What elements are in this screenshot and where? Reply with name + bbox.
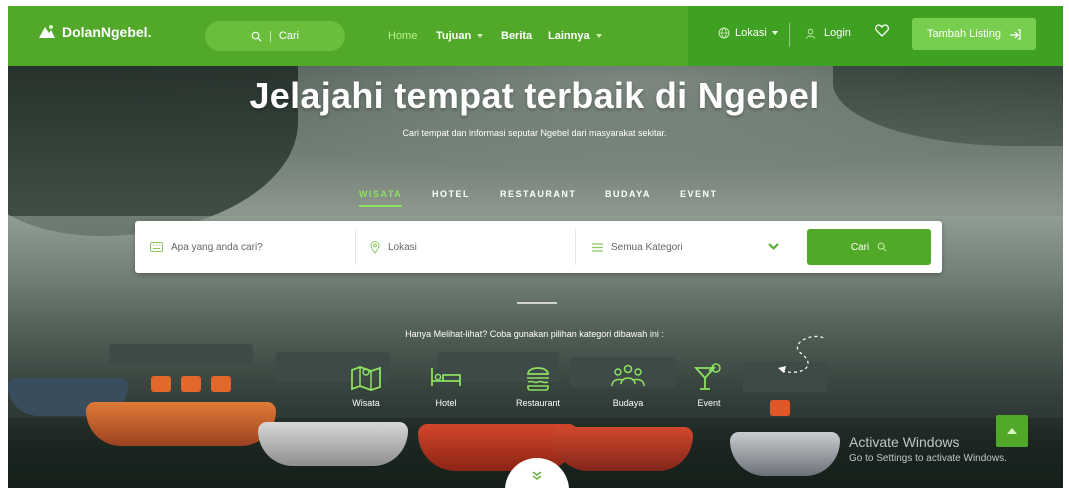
keyword-placeholder: Apa yang anda cari? bbox=[171, 241, 263, 253]
search-submit-button[interactable]: Cari bbox=[807, 229, 931, 265]
nav-link-label: Tujuan bbox=[436, 30, 472, 42]
activate-subtitle: Go to Settings to activate Windows. bbox=[849, 453, 1007, 464]
chevron-up-icon bbox=[1007, 428, 1017, 434]
nav-link-lainnya[interactable]: Lainnya bbox=[548, 30, 602, 42]
hero-divider bbox=[517, 302, 557, 304]
category-restaurant[interactable]: Restaurant bbox=[498, 362, 578, 408]
add-listing-icon bbox=[1010, 28, 1021, 40]
category-budaya[interactable]: Budaya bbox=[588, 362, 668, 408]
boat-image bbox=[86, 344, 276, 446]
chevron-down-icon bbox=[771, 31, 778, 35]
tab-hotel[interactable]: HOTEL bbox=[432, 189, 470, 199]
login-label: Login bbox=[824, 27, 851, 39]
people-icon bbox=[611, 364, 645, 387]
keyboard-icon bbox=[150, 242, 163, 252]
map-icon bbox=[351, 366, 381, 391]
location-pin-icon bbox=[370, 240, 380, 254]
location-input[interactable]: Lokasi bbox=[370, 221, 570, 273]
search-separator bbox=[269, 30, 271, 42]
category-hotel[interactable]: Hotel bbox=[406, 362, 486, 408]
category-select[interactable]: Semua Kategori bbox=[592, 221, 782, 273]
hero-subtitle: Cari tempat dan informasi seputar Ngebel… bbox=[402, 128, 667, 138]
lokasi-button[interactable]: Lokasi bbox=[718, 27, 778, 39]
location-placeholder: Lokasi bbox=[388, 241, 417, 253]
tab-restaurant[interactable]: RESTAURANT bbox=[500, 189, 576, 199]
cocktail-icon bbox=[693, 363, 721, 390]
tab-budaya[interactable]: BUDAYA bbox=[605, 189, 651, 199]
logo-icon bbox=[38, 24, 56, 40]
search-bar: Apa yang anda cari? Lokasi Semua Kategor… bbox=[135, 221, 942, 273]
nav-link-home[interactable]: Home bbox=[388, 30, 417, 42]
navbar: DolanNgebel. Cari Home Tujuan Berita Lai… bbox=[8, 6, 1063, 66]
globe-icon bbox=[718, 27, 730, 39]
category-label: Event bbox=[697, 398, 721, 408]
tab-event[interactable]: EVENT bbox=[680, 189, 718, 199]
list-icon bbox=[592, 242, 603, 252]
windows-activation-notice: Activate Windows Go to Settings to activ… bbox=[849, 434, 1007, 464]
boat-image bbox=[730, 362, 840, 476]
heart-icon bbox=[875, 24, 889, 37]
search-divider bbox=[355, 229, 356, 265]
nav-divider bbox=[789, 23, 790, 47]
burger-icon bbox=[527, 367, 549, 391]
keyword-input[interactable]: Apa yang anda cari? bbox=[150, 221, 350, 273]
search-submit-label: Cari bbox=[850, 241, 870, 253]
category-wisata[interactable]: Wisata bbox=[326, 362, 406, 408]
nav-search-button[interactable]: Cari bbox=[205, 21, 345, 51]
logo-text: DolanNgebel. bbox=[62, 24, 152, 40]
nav-link-berita[interactable]: Berita bbox=[501, 30, 532, 42]
user-icon bbox=[805, 28, 816, 39]
tambah-listing-button[interactable]: Tambah Listing bbox=[912, 18, 1036, 50]
back-to-top-button[interactable] bbox=[996, 415, 1028, 447]
chevron-down-icon bbox=[477, 34, 484, 38]
nav-link-tujuan[interactable]: Tujuan bbox=[436, 30, 484, 42]
nav-link-label: Berita bbox=[501, 30, 533, 42]
chevron-down-icon bbox=[768, 243, 779, 250]
search-divider bbox=[575, 229, 576, 265]
nav-link-label: Lainnya bbox=[548, 30, 590, 42]
tab-wisata[interactable]: WISATA bbox=[359, 189, 403, 207]
double-chevron-down-icon bbox=[532, 471, 542, 480]
category-label: Budaya bbox=[612, 398, 644, 408]
site-logo[interactable]: DolanNgebel. bbox=[38, 24, 151, 40]
nav-search-label: Cari bbox=[278, 30, 300, 42]
category-label: Hotel bbox=[435, 398, 457, 408]
page: DolanNgebel. Cari Home Tujuan Berita Lai… bbox=[0, 0, 1069, 490]
chevron-down-icon bbox=[595, 34, 602, 38]
nav-link-label: Home bbox=[388, 30, 418, 42]
hero-title: Jelajahi tempat terbaik di Ngebel bbox=[249, 75, 820, 116]
bed-icon bbox=[431, 368, 461, 386]
category-hint: Hanya Melihat-lihat? Coba gunakan piliha… bbox=[405, 329, 664, 339]
favorites-button[interactable] bbox=[875, 24, 889, 42]
category-label: Restaurant bbox=[515, 398, 561, 408]
search-icon bbox=[251, 31, 262, 41]
category-label: Wisata bbox=[352, 398, 380, 408]
login-button[interactable]: Login bbox=[805, 27, 851, 39]
lokasi-label: Lokasi bbox=[735, 27, 767, 39]
category-event[interactable]: Event bbox=[669, 362, 749, 408]
category-select-value: Semua Kategori bbox=[611, 241, 683, 253]
tambah-listing-label: Tambah Listing bbox=[927, 28, 1001, 40]
search-icon bbox=[877, 242, 887, 252]
category-tabs: WISATA HOTEL RESTAURANT BUDAYA EVENT bbox=[0, 189, 1069, 207]
activate-title: Activate Windows bbox=[849, 434, 960, 450]
